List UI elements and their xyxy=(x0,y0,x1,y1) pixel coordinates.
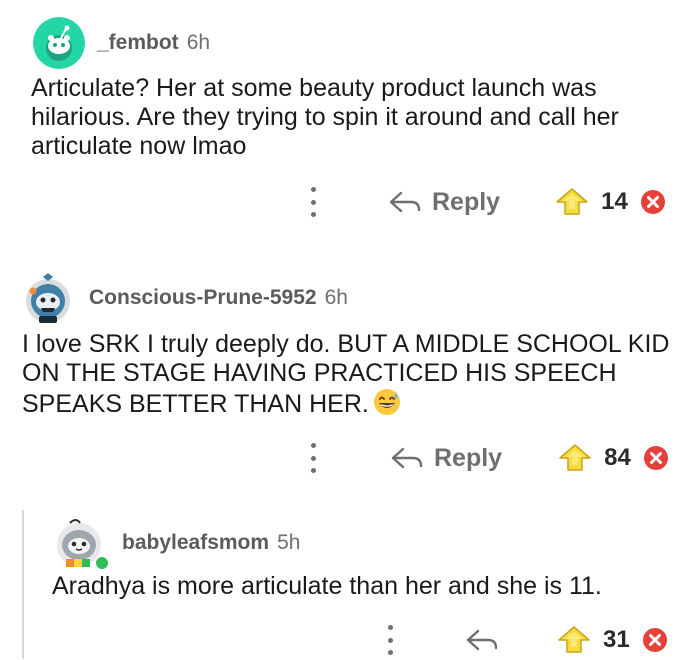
avatar-wrapper xyxy=(52,515,110,571)
reply-arrow-icon xyxy=(466,629,498,651)
username[interactable]: Conscious-Prune-5952 xyxy=(89,286,317,310)
vote-controls: 31 xyxy=(557,625,668,655)
upvote-icon[interactable] xyxy=(555,187,589,217)
timestamp: 5h xyxy=(277,531,301,554)
upvote-icon[interactable] xyxy=(557,625,591,655)
downvote-icon[interactable] xyxy=(642,627,668,653)
comment-header: _fembot 6h xyxy=(33,17,210,69)
comment-text: Aradhya is more articulate than her and … xyxy=(52,572,602,600)
comment-header: babyleafsmom 5h xyxy=(52,515,300,571)
downvote-icon[interactable] xyxy=(643,445,669,471)
thread-line[interactable] xyxy=(22,510,24,659)
reply-button[interactable]: Reply xyxy=(388,188,500,217)
comment-text-content: I love SRK I truly deeply do. BUT A MIDD… xyxy=(22,330,670,418)
upvote-icon[interactable] xyxy=(558,443,592,473)
reply-button[interactable]: Reply xyxy=(390,444,502,473)
username[interactable]: _fembot xyxy=(97,31,179,55)
avatar[interactable] xyxy=(33,17,85,69)
comment-text: Articulate? Her at some beauty product l… xyxy=(31,74,619,160)
timestamp: 6h xyxy=(324,286,348,309)
laughing-sweat-emoji-icon xyxy=(373,389,400,415)
comment-actions: 31 xyxy=(383,620,668,660)
reply-label: Reply xyxy=(432,187,501,216)
reply-arrow-icon xyxy=(391,447,423,469)
score: 84 xyxy=(604,444,631,471)
vote-controls: 14 xyxy=(555,187,666,217)
comment-actions: Reply 14 xyxy=(306,182,666,222)
comment-text: I love SRK I truly deeply do. BUT A MIDD… xyxy=(22,330,682,419)
more-options-icon[interactable] xyxy=(306,443,320,473)
avatar[interactable] xyxy=(21,271,75,325)
more-options-icon[interactable] xyxy=(306,187,320,217)
reply-button[interactable] xyxy=(465,628,499,652)
online-status-indicator xyxy=(94,555,110,571)
vote-controls: 84 xyxy=(558,443,669,473)
comment-actions: Reply 84 xyxy=(306,438,669,478)
comment-header: Conscious-Prune-5952 6h xyxy=(21,271,348,325)
score: 31 xyxy=(603,626,630,653)
downvote-icon[interactable] xyxy=(640,189,666,215)
score: 14 xyxy=(601,188,628,215)
more-options-icon[interactable] xyxy=(383,625,397,655)
timestamp: 6h xyxy=(186,31,211,54)
reply-arrow-icon xyxy=(389,191,421,213)
username[interactable]: babyleafsmom xyxy=(122,531,269,555)
reply-label: Reply xyxy=(434,443,503,472)
